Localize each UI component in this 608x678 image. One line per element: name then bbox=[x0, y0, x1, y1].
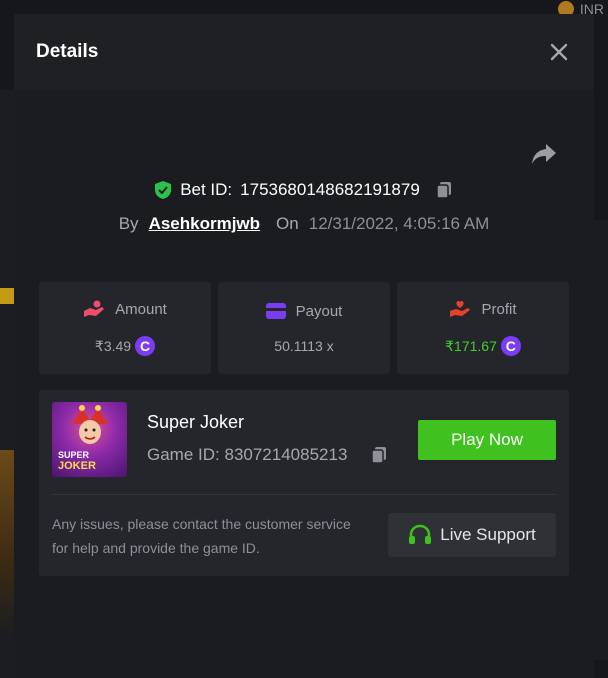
share-icon bbox=[532, 144, 556, 164]
bet-meta-row: By Asehkormjwb On 12/31/2022, 4:05:16 AM bbox=[14, 214, 594, 234]
bet-stats: Amount ₹3.49 C Payout 50.1113 x Profit ₹… bbox=[39, 282, 569, 374]
modal-body: Bet ID: 1753680148682191879 By Asehkormj… bbox=[14, 90, 594, 678]
currency-badge-icon: C bbox=[135, 336, 156, 356]
by-label: By bbox=[118, 214, 139, 233]
game-id-row: Game ID: 8307214085213 bbox=[147, 445, 389, 465]
stat-payout: Payout 50.1113 x bbox=[218, 282, 390, 374]
payout-label: Payout bbox=[295, 302, 343, 320]
details-modal: Details Bet ID: 1753680148682191879 By A… bbox=[14, 14, 594, 678]
thumbnail-title-line1: SUPER bbox=[58, 450, 90, 460]
profit-value: ₹171.67 bbox=[445, 337, 497, 354]
amount-label: Amount bbox=[115, 300, 167, 318]
headset-icon bbox=[409, 524, 432, 544]
modal-title: Details bbox=[36, 41, 99, 62]
live-support-button[interactable]: Live Support bbox=[388, 513, 556, 557]
shield-check-icon bbox=[155, 181, 172, 199]
bet-id-row: Bet ID: 1753680148682191879 bbox=[14, 180, 594, 200]
profit-label: Profit bbox=[481, 300, 517, 318]
divider bbox=[52, 494, 556, 495]
game-card: SUPER JOKER Super Joker Game ID: 8307214… bbox=[39, 390, 569, 576]
share-button[interactable] bbox=[530, 142, 558, 166]
game-thumbnail[interactable]: SUPER JOKER bbox=[52, 402, 127, 477]
hand-coin-icon bbox=[84, 300, 105, 317]
close-icon bbox=[550, 43, 568, 61]
stat-amount: Amount ₹3.49 C bbox=[39, 282, 211, 374]
username-link[interactable]: Asehkormjwb bbox=[149, 214, 260, 234]
bet-date: 12/31/2022, 4:05:16 AM bbox=[308, 214, 490, 233]
close-button[interactable] bbox=[548, 41, 570, 63]
on-label: On bbox=[276, 214, 299, 233]
background-right-panel bbox=[592, 220, 608, 660]
support-notice: Any issues, please contact the customer … bbox=[52, 516, 351, 556]
background-art bbox=[0, 450, 14, 640]
bet-id-value: 1753680148682191879 bbox=[240, 180, 420, 199]
modal-header: Details bbox=[14, 14, 594, 90]
game-name: Super Joker bbox=[147, 412, 245, 432]
background-highlight bbox=[0, 288, 14, 304]
amount-value: ₹3.49 bbox=[94, 337, 132, 354]
copy-icon[interactable] bbox=[434, 180, 454, 200]
copy-icon[interactable] bbox=[369, 445, 389, 465]
currency-badge-icon: C bbox=[500, 336, 521, 356]
wallet-icon bbox=[265, 303, 286, 319]
live-support-label: Live Support bbox=[440, 525, 536, 544]
play-now-button[interactable]: Play Now bbox=[418, 420, 556, 460]
game-id-label: Game ID: bbox=[147, 445, 220, 464]
stat-profit: Profit ₹171.67 C bbox=[397, 282, 569, 374]
hand-heart-icon bbox=[450, 301, 471, 317]
bet-id-label: Bet ID: bbox=[180, 180, 233, 199]
thumbnail-title-line2: JOKER bbox=[58, 460, 96, 472]
game-id-value: 8307214085213 bbox=[224, 445, 348, 464]
payout-value: 50.1113 x bbox=[274, 337, 334, 354]
